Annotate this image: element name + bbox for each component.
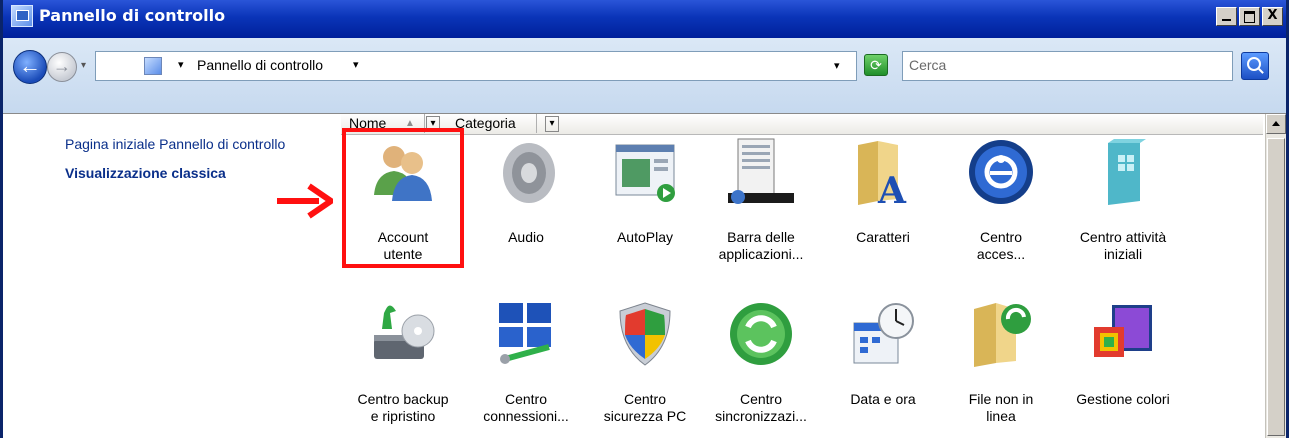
item-barra-applicazioni[interactable]: Barra delle applicazioni... [705, 137, 817, 263]
item-label: Barra delle applicazioni... [718, 229, 804, 262]
users-icon [368, 137, 438, 207]
close-button[interactable]: X [1262, 7, 1283, 26]
date-time-icon [848, 299, 918, 369]
item-account-utente[interactable]: Account utente [347, 137, 459, 263]
column-category-dropdown[interactable]: ▾ [545, 116, 559, 132]
scroll-up-button[interactable] [1266, 114, 1286, 134]
sync-icon [726, 299, 796, 369]
fonts-folder-icon: A [848, 137, 918, 212]
refresh-icon: ⟳ [870, 57, 882, 73]
item-caratteri[interactable]: A Caratteri [827, 137, 939, 246]
backup-icon [368, 299, 438, 369]
forward-button[interactable]: → [47, 52, 77, 82]
item-data-e-ora[interactable]: Data e ora [827, 299, 939, 408]
security-shield-icon [610, 299, 680, 369]
window-title: Pannello di controllo [39, 6, 226, 25]
item-centro-attivita-iniziali[interactable]: Centro attività iniziali [1067, 137, 1179, 263]
red-arrow-annotation [277, 183, 333, 219]
item-label: Centro sincronizzazi... [715, 391, 807, 424]
speaker-icon [491, 137, 561, 207]
offline-files-icon [966, 299, 1036, 369]
item-gestione-colori[interactable]: Gestione colori [1067, 299, 1179, 408]
item-label: Audio [508, 229, 544, 245]
search-icon[interactable] [1241, 52, 1269, 80]
title-bar[interactable]: Pannello di controllo X [3, 0, 1286, 38]
color-management-icon [1088, 299, 1158, 369]
welcome-center-icon [1088, 137, 1158, 207]
item-label: Caratteri [856, 229, 910, 245]
column-header-name[interactable]: Nome ▲ [341, 114, 425, 133]
item-centro-connessioni[interactable]: Centro connessioni... [470, 299, 582, 425]
autoplay-icon [610, 137, 680, 207]
back-arrow-icon: ← [19, 53, 41, 78]
column-headers: Nome ▲ ▾ Categoria ▾ [341, 114, 1263, 135]
breadcrumb-chevron[interactable]: ▾ [178, 58, 184, 71]
column-name-dropdown[interactable]: ▾ [426, 116, 440, 132]
back-button[interactable]: ← [13, 50, 47, 84]
item-centro-accessibilita[interactable]: Centro acces... [945, 137, 1057, 263]
breadcrumb-chevron[interactable]: ▾ [353, 58, 359, 71]
classic-view-link[interactable]: Visualizzazione classica [65, 165, 285, 181]
control-panel-home-link[interactable]: Pagina iniziale Pannello di controllo [65, 136, 285, 152]
item-autoplay[interactable]: AutoPlay [589, 137, 701, 246]
breadcrumb-control-panel[interactable]: Pannello di controllo [197, 57, 323, 73]
taskbar-icon [726, 137, 796, 207]
item-label: Centro acces... [976, 229, 1026, 262]
control-panel-icon [144, 57, 162, 75]
item-label: Centro backup e ripristino [357, 391, 449, 424]
task-pane: Pagina iniziale Pannello di controllo Vi… [65, 136, 285, 194]
sort-ascending-icon: ▲ [405, 118, 415, 129]
item-label: Data e ora [850, 391, 916, 407]
network-icon [491, 299, 561, 369]
maximize-button[interactable] [1239, 7, 1260, 26]
control-panel-window: Pannello di controllo X ← → ▾ ▾ Pannello… [0, 0, 1289, 438]
item-audio[interactable]: Audio [470, 137, 582, 246]
address-dropdown[interactable]: ▾ [834, 59, 840, 72]
item-label: Account utente [377, 229, 429, 262]
refresh-button[interactable]: ⟳ [864, 54, 888, 76]
item-centro-sincronizzazione[interactable]: Centro sincronizzazi... [705, 299, 817, 425]
column-name-label: Nome [349, 115, 387, 131]
item-label: Centro sicurezza PC [603, 391, 687, 424]
vertical-scrollbar[interactable] [1265, 114, 1286, 438]
item-label: File non in linea [968, 391, 1034, 424]
history-dropdown[interactable]: ▾ [81, 60, 86, 71]
minimize-button[interactable] [1216, 7, 1237, 26]
column-header-category[interactable]: Categoria [447, 114, 537, 133]
item-file-non-in-linea[interactable]: File non in linea [945, 299, 1057, 425]
accessibility-icon [966, 137, 1036, 207]
item-label: Centro connessioni... [483, 391, 569, 424]
item-label: AutoPlay [616, 229, 674, 245]
search-input[interactable]: Cerca [902, 51, 1233, 81]
item-centro-backup[interactable]: Centro backup e ripristino [347, 299, 459, 425]
control-panel-icon [11, 5, 33, 27]
svg-text:A: A [877, 170, 907, 207]
item-centro-sicurezza[interactable]: Centro sicurezza PC [589, 299, 701, 425]
forward-arrow-icon: → [53, 56, 71, 76]
item-label: Gestione colori [1076, 391, 1170, 407]
column-category-label: Categoria [455, 115, 516, 131]
address-field[interactable]: ▾ Pannello di controllo ▾ ▾ [95, 51, 857, 81]
scroll-thumb[interactable] [1267, 138, 1285, 436]
item-label: Centro attività iniziali [1079, 229, 1167, 262]
